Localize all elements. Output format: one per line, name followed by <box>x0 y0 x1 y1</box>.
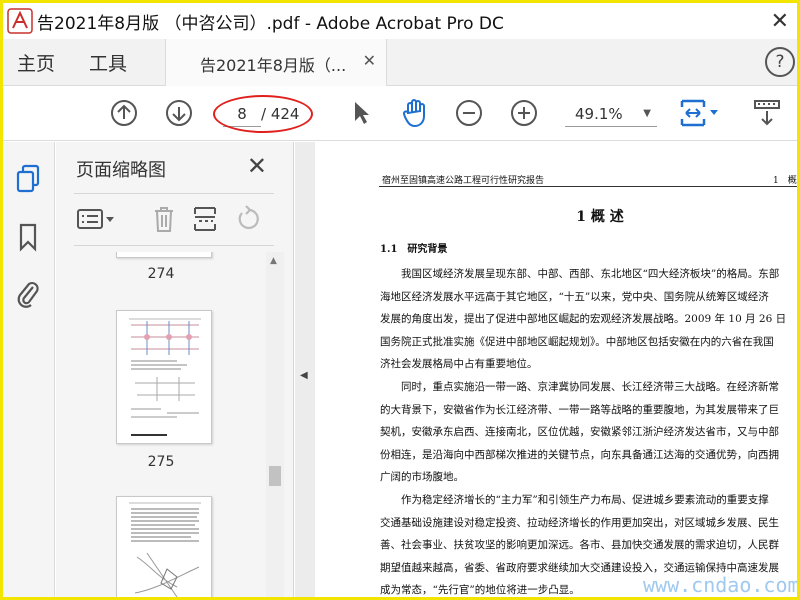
scroll-mode-icon[interactable] <box>751 97 783 129</box>
body-line: 份相连，是沿海向中西部梯次推进的关键节点，向东具备通江达海的交通优势，向西拥 <box>380 448 779 461</box>
page-header-chapter: 1 概 <box>773 176 797 186</box>
document-tab-close-button[interactable]: ✕ <box>363 51 376 70</box>
panel-title: 页面缩略图 <box>76 160 166 181</box>
body-line: 海地区经济发展水平远高于其它地区，“十五”以来，党中央、国务院从统筹区域经济 <box>380 290 769 303</box>
chapter-title: 1 概 述 <box>576 209 624 225</box>
divider <box>74 193 274 194</box>
zoom-out-icon[interactable] <box>453 97 485 129</box>
panel-close-button[interactable]: ✕ <box>247 152 267 180</box>
divider <box>74 245 274 246</box>
previous-page-icon[interactable] <box>108 97 140 129</box>
next-page-icon[interactable] <box>163 97 195 129</box>
body-line: 契机，安徽承东启西、连接南北，区位优越，安徽紧邻江浙沪经济发达省市，又与中部 <box>380 426 779 439</box>
thumbnail-scrollbar[interactable]: ▲ <box>266 252 284 597</box>
menu-tools[interactable]: 工具 <box>89 49 127 76</box>
body-line: 我国区域经济发展呈现东部、中部、西部、东北地区“四大经济板块”的格局。东部 <box>401 268 780 280</box>
body-line: 交通基础设施建设对稳定投资、拉动经济增长的作用更加突出，对区域城乡发展、民生 <box>380 516 779 529</box>
window-title: 告2021年8月版 （中咨公司）.pdf - Adobe Acrobat Pro… <box>37 13 504 34</box>
delete-page-icon[interactable] <box>152 204 176 234</box>
left-rail <box>3 142 55 597</box>
thumbnail-page-276[interactable] <box>116 496 212 597</box>
help-button[interactable]: ? <box>765 47 795 77</box>
section-title: 1.1 研究背景 <box>380 244 448 255</box>
tab-bar: 主页 工具 告2021年8月版（... ✕ ? <box>3 39 797 86</box>
attachment-icon[interactable] <box>13 278 43 308</box>
pdf-page: 宿州至固镇高速公路工程可行性研究报告 1 概 1 概 述 1.1 研究背景 我国… <box>315 142 797 597</box>
scrollbar-thumb[interactable] <box>269 466 281 486</box>
menu-home[interactable]: 主页 <box>17 49 55 76</box>
page-header-title: 宿州至固镇高速公路工程可行性研究报告 <box>382 176 545 186</box>
body-line: 的大背景下，安徽省作为长江经济带、一带一路等战略的重要腹地，为其发展带来了巨 <box>380 403 779 416</box>
extract-page-icon[interactable] <box>192 204 218 234</box>
title-bar: 告2021年8月版 （中咨公司）.pdf - Adobe Acrobat Pro… <box>3 3 797 39</box>
highlight-annotation <box>213 95 313 133</box>
document-view[interactable]: 宿州至固镇高速公路工程可行性研究报告 1 概 1 概 述 1.1 研究背景 我国… <box>315 142 797 597</box>
body-line: 济社会发展格局中占有重要地位。 <box>380 358 538 371</box>
acrobat-logo-icon <box>5 6 35 36</box>
scroll-up-arrow-icon[interactable]: ▲ <box>270 256 277 266</box>
rotate-page-icon[interactable] <box>234 204 262 234</box>
thumbnail-label: 275 <box>147 454 175 470</box>
page-thumbnails-icon[interactable] <box>13 164 43 194</box>
chevron-down-icon: ▼ <box>643 108 651 119</box>
thumbnail-page-274[interactable] <box>116 252 212 258</box>
fit-page-icon[interactable] <box>677 97 725 129</box>
document-tab-label: 告2021年8月版（... <box>200 56 347 75</box>
watermark: www.cndao.com <box>643 573 800 597</box>
app-window: 告2021年8月版 （中咨公司）.pdf - Adobe Acrobat Pro… <box>0 0 800 600</box>
toolbar: 8 / 424 49.1% ▼ <box>3 87 797 141</box>
select-tool-icon[interactable] <box>345 97 377 129</box>
body-line: 成为常态，“先行官”的地位将进一步凸显。 <box>380 584 580 597</box>
bookmark-icon[interactable] <box>13 222 43 252</box>
header-rule <box>379 186 797 187</box>
thumbnail-page-275[interactable] <box>116 310 212 444</box>
thumbnail-list: 274 275 <box>56 252 266 597</box>
hand-tool-icon[interactable] <box>399 97 431 129</box>
zoom-in-icon[interactable] <box>508 97 540 129</box>
body-line: 同时，重点实施沿一带一路、京津冀协同发展、长江经济带三大战略。在经济新常 <box>401 381 779 393</box>
body-line: 国务院正式批准实施《促进中部地区崛起规划》。中部地区包括安徽在内的六省在我国 <box>380 335 774 348</box>
chevron-left-icon: ◀ <box>300 370 308 381</box>
body-line: 广阔的市场腹地。 <box>380 471 464 484</box>
body-line: 作为稳定经济增长的“主力军”和引领生产力布局、促进城乡要素流动的重要支撑 <box>401 494 769 506</box>
thumbnail-options-icon[interactable] <box>76 204 116 234</box>
zoom-level-value: 49.1% <box>575 105 623 123</box>
thumbnail-label: 274 <box>147 266 175 282</box>
document-tab[interactable]: 告2021年8月版（... ✕ <box>165 39 387 86</box>
panel-collapse-handle[interactable]: ◀ <box>295 142 315 597</box>
body-line: 发展的角度出发，提出了促进中部地区崛起的宏观经济发展战略。2009 年 10 月… <box>380 313 787 326</box>
window-close-button[interactable]: ✕ <box>771 9 789 34</box>
zoom-level-select[interactable]: 49.1% ▼ <box>565 101 657 127</box>
body-line: 善、社会事业、扶贫攻坚的影响更加深远。各市、县加快交通发展的需求迫切，人民群 <box>380 539 779 552</box>
thumbnail-panel: 页面缩略图 ✕ 274 275 ▲ <box>56 142 294 597</box>
